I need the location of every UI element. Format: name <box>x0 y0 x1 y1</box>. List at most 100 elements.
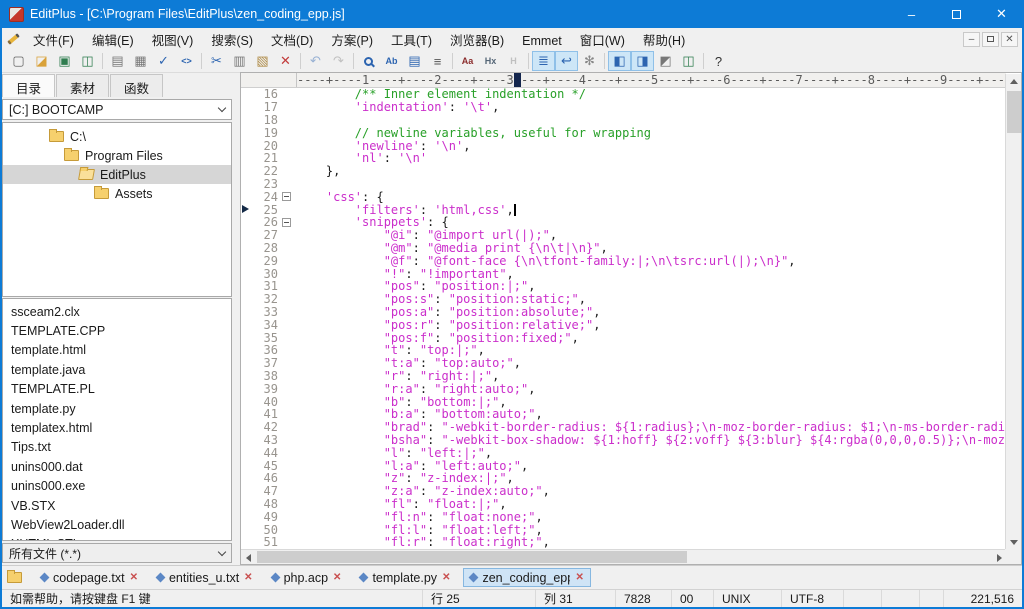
file-list-item[interactable]: XHTML.STL <box>11 535 231 541</box>
menu-item[interactable]: 帮助(H) <box>634 31 694 51</box>
toolbar-separator <box>604 53 605 69</box>
file-list-item[interactable]: unins000.dat <box>11 457 231 476</box>
file-list-item[interactable]: ssceam2.clx <box>11 302 231 321</box>
tab-list-folder-button[interactable] <box>5 568 29 588</box>
menu-item[interactable]: 浏览器(B) <box>441 31 513 51</box>
replace-icon[interactable]: Ab <box>380 51 403 71</box>
find-icon[interactable] <box>357 51 380 71</box>
redo-icon[interactable]: ↷ <box>327 51 350 71</box>
code-editor[interactable]: 16 /** Inner element indentation */17 'i… <box>241 88 1006 550</box>
tab-close-icon[interactable]: ✕ <box>442 572 450 583</box>
document-tab[interactable]: php.acp✕ <box>266 568 348 587</box>
browser-view-icon[interactable]: ◫ <box>677 51 700 71</box>
tab-close-icon[interactable]: ✕ <box>244 572 252 583</box>
menu-item[interactable]: 工具(T) <box>382 31 441 51</box>
print-preview-icon[interactable]: ▤ <box>106 51 129 71</box>
file-list-item[interactable]: VB.STX <box>11 496 231 515</box>
print-icon[interactable]: ▦ <box>129 51 152 71</box>
document-tab-bar: codepage.txt✕ entities_u.txt✕ php.acp✕ temp… <box>2 565 1022 589</box>
minimize-button[interactable]: – <box>889 0 934 28</box>
next-marker-icon[interactable]: ≡ <box>426 51 449 71</box>
undo-icon[interactable]: ↶ <box>304 51 327 71</box>
open-file-icon[interactable]: ◪ <box>30 51 53 71</box>
delete-icon[interactable]: ✕ <box>274 51 297 71</box>
editor-horizontal-scrollbar[interactable] <box>241 549 1007 564</box>
sidebar-tab-inactive[interactable]: 素材 <box>56 74 109 97</box>
file-list-item[interactable]: unins000.exe <box>11 477 231 496</box>
maximize-button[interactable] <box>934 0 979 28</box>
document-tab-active[interactable]: zen_coding_epp.js✕ <box>463 568 590 587</box>
menu-item[interactable]: 视图(V) <box>143 31 203 51</box>
output-panel-toggle-icon[interactable]: ◩ <box>654 51 677 71</box>
cut-icon[interactable]: ✂ <box>205 51 228 71</box>
close-button[interactable]: ✕ <box>979 0 1024 28</box>
file-list-item[interactable]: template.py <box>11 399 231 418</box>
settings-icon[interactable]: ✻ <box>578 51 601 71</box>
tree-item[interactable]: Assets <box>3 184 231 203</box>
scroll-left-icon[interactable] <box>241 550 256 565</box>
file-list-item[interactable]: template.java <box>11 360 231 379</box>
folder-icon <box>49 131 64 142</box>
new-file-icon[interactable]: ▢ <box>7 51 30 71</box>
fold-collapse-icon[interactable] <box>282 218 291 227</box>
sidebar-tab-inactive[interactable]: 函数 <box>110 74 163 97</box>
menu-item[interactable]: 方案(P) <box>322 31 382 51</box>
paste-icon[interactable]: ▧ <box>251 51 274 71</box>
code-line: 26 'snippets': { <box>241 216 1006 229</box>
line-number-toggle-icon[interactable]: ≣ <box>532 51 555 71</box>
editor-vertical-scrollbar[interactable] <box>1005 74 1021 550</box>
menu-item[interactable]: 窗口(W) <box>571 31 634 51</box>
file-list-item[interactable]: Tips.txt <box>11 438 231 457</box>
mdi-minimize-button[interactable]: – <box>963 32 980 47</box>
scrollbar-thumb[interactable] <box>1007 91 1021 133</box>
sidebar-tab-active[interactable]: 目录 <box>2 74 55 97</box>
tree-item[interactable]: C:\ <box>3 127 231 146</box>
code-line: 46 "z": "z-index:|;", <box>241 472 1006 485</box>
tab-close-icon[interactable]: ✕ <box>130 572 138 583</box>
document-tab[interactable]: template.py✕ <box>354 568 456 587</box>
scroll-down-icon[interactable] <box>1006 535 1022 550</box>
html-toolbar-icon[interactable]: H <box>502 51 525 71</box>
code-line: 28 "@m": "@media print {\n\t|\n}", <box>241 242 1006 255</box>
copy-icon[interactable]: ▥ <box>228 51 251 71</box>
save-icon[interactable]: ▣ <box>53 51 76 71</box>
menu-item[interactable]: 编辑(E) <box>83 31 143 51</box>
mdi-restore-button[interactable] <box>982 32 999 47</box>
document-tab[interactable]: codepage.txt✕ <box>35 568 144 587</box>
menu-item[interactable]: 文件(F) <box>24 31 83 51</box>
find-in-files-icon[interactable]: ▤ <box>403 51 426 71</box>
status-empty-1 <box>844 590 882 607</box>
fold-collapse-icon[interactable] <box>282 192 291 201</box>
menu-item[interactable]: 文档(D) <box>262 31 322 51</box>
menu-item[interactable]: 搜索(S) <box>202 31 262 51</box>
cliptext-panel-toggle-icon[interactable]: ◨ <box>631 51 654 71</box>
spell-check-icon[interactable]: ✓ <box>152 51 175 71</box>
code-line: 33 "pos:a": "position:absolute;", <box>241 306 1006 319</box>
file-filter-selector[interactable]: 所有文件 (*.*) <box>2 543 232 563</box>
file-list-item[interactable]: WebView2Loader.dll <box>11 515 231 534</box>
tree-item[interactable]: Program Files <box>3 146 231 165</box>
document-tab[interactable]: entities_u.txt✕ <box>151 568 259 587</box>
file-list-item[interactable]: TEMPLATE.CPP <box>11 321 231 340</box>
change-case-icon[interactable]: Aa <box>456 51 479 71</box>
save-all-icon[interactable]: ◫ <box>76 51 99 71</box>
scroll-up-icon[interactable] <box>1006 74 1022 89</box>
tab-close-icon[interactable]: ✕ <box>575 572 583 583</box>
drive-selector[interactable]: [C:] BOOTCAMP <box>2 99 232 120</box>
hex-viewer-icon[interactable]: Hx <box>479 51 502 71</box>
word-wrap-toggle-icon[interactable]: ↩ <box>555 51 578 71</box>
tab-close-icon[interactable]: ✕ <box>333 572 341 583</box>
code-line: 31 "pos": "position:|;", <box>241 280 1006 293</box>
inline-html-icon[interactable]: <> <box>175 51 198 71</box>
file-list-item[interactable]: template.html <box>11 341 231 360</box>
status-eol-mode: UNIX <box>714 590 782 607</box>
status-encoding: UTF-8 <box>782 590 844 607</box>
context-help-icon[interactable]: ? <box>707 51 730 71</box>
menu-item[interactable]: Emmet <box>513 31 571 51</box>
scrollbar-thumb[interactable] <box>257 551 687 563</box>
directory-panel-toggle-icon[interactable]: ◧ <box>608 51 631 71</box>
file-list-item[interactable]: templatex.html <box>11 418 231 437</box>
file-list-item[interactable]: TEMPLATE.PL <box>11 380 231 399</box>
mdi-close-button[interactable]: ✕ <box>1001 32 1018 47</box>
tree-item[interactable]: EditPlus <box>3 165 231 184</box>
